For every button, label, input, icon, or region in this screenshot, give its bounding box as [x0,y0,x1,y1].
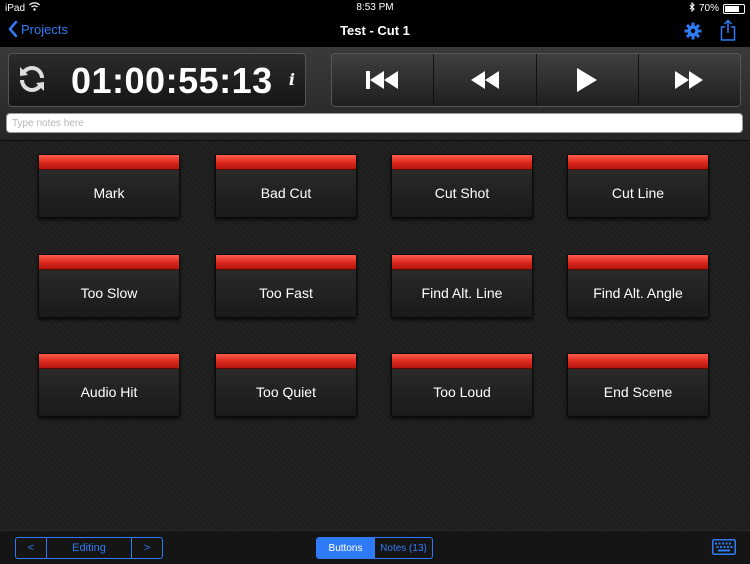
sync-icon [20,66,44,92]
marker-button-too-slow[interactable]: Too Slow [38,254,180,318]
transport-panel: 01:00:55:13 i [0,47,750,140]
page-title: Test - Cut 1 [340,23,410,38]
red-indicator [216,155,356,170]
red-indicator [392,155,532,170]
page-selector: < Editing > [15,537,163,559]
bluetooth-icon [689,1,695,15]
red-indicator [39,155,179,170]
marker-button-find-alt-line[interactable]: Find Alt. Line [391,254,533,318]
marker-button-label: Cut Line [611,185,665,201]
marker-button-label: Too Loud [433,384,491,400]
marker-button-audio-hit[interactable]: Audio Hit [38,353,180,417]
battery-icon [723,3,745,14]
page-label: Editing [72,542,106,554]
marker-button-find-alt-angle[interactable]: Find Alt. Angle [567,254,709,318]
marker-button-too-quiet[interactable]: Too Quiet [215,353,357,417]
tab-buttons[interactable]: Buttons [317,538,374,558]
gear-icon [684,22,702,40]
settings-button[interactable] [684,22,702,45]
transport-controls [331,53,741,107]
status-time: 8:53 PM [356,2,394,13]
marker-button-label: Too Fast [259,285,313,301]
red-indicator [39,354,179,369]
marker-button-label: Too Quiet [256,384,316,400]
timecode-display: 01:00:55:13 i [8,53,306,107]
red-indicator [392,255,532,270]
next-page-button[interactable]: > [131,538,162,558]
marker-button-label: Find Alt. Line [421,285,503,301]
marker-button-label: Bad Cut [260,185,312,201]
skip-to-start-button[interactable] [332,54,435,106]
marker-button-too-loud[interactable]: Too Loud [391,353,533,417]
marker-button-label: Too Slow [80,285,138,301]
red-indicator [392,354,532,369]
marker-button-mark[interactable]: Mark [38,154,180,218]
timecode-value: 01:00:55:13 [71,60,273,101]
rewind-button[interactable] [434,54,537,106]
play-icon [577,68,598,92]
notes-input[interactable] [6,113,743,133]
marker-button-label: Audio Hit [80,384,138,400]
navigation-bar: Projects Test - Cut 1 [0,15,750,47]
marker-button-label: Find Alt. Angle [593,285,683,301]
battery-percent: 70% [698,3,719,14]
red-indicator [39,255,179,270]
red-indicator [568,354,708,369]
keyboard-button[interactable] [712,539,736,560]
marker-button-label: Cut Shot [434,185,490,201]
red-indicator [216,255,356,270]
share-button[interactable] [720,19,736,46]
view-segmented-control: Buttons Notes (13) [316,537,433,559]
red-indicator [568,155,708,170]
sync-button[interactable] [17,64,47,99]
bottom-toolbar: < Editing > Buttons Notes (13) [0,530,750,564]
marker-button-cut-shot[interactable]: Cut Shot [391,154,533,218]
previous-page-button[interactable]: < [16,538,47,558]
marker-button-too-fast[interactable]: Too Fast [215,254,357,318]
rewind-icon [470,71,499,89]
marker-button-grid: Mark Bad Cut Cut Shot Cut Line Too Slow … [0,140,750,531]
marker-button-bad-cut[interactable]: Bad Cut [215,154,357,218]
marker-button-label: Mark [93,185,125,201]
tab-notes[interactable]: Notes (13) [374,538,432,558]
keyboard-icon [712,539,736,555]
fast-forward-button[interactable] [638,54,740,106]
marker-button-cut-line[interactable]: Cut Line [567,154,709,218]
red-indicator [216,354,356,369]
skip-to-start-icon [365,71,398,89]
marker-button-label: End Scene [603,384,673,400]
share-icon [720,19,736,41]
marker-button-end-scene[interactable]: End Scene [567,353,709,417]
play-button[interactable] [536,54,639,106]
fast-forward-icon [675,71,704,89]
info-button[interactable]: i [289,70,295,89]
status-bar: iPad 8:53 PM 70% [0,0,750,15]
red-indicator [568,255,708,270]
